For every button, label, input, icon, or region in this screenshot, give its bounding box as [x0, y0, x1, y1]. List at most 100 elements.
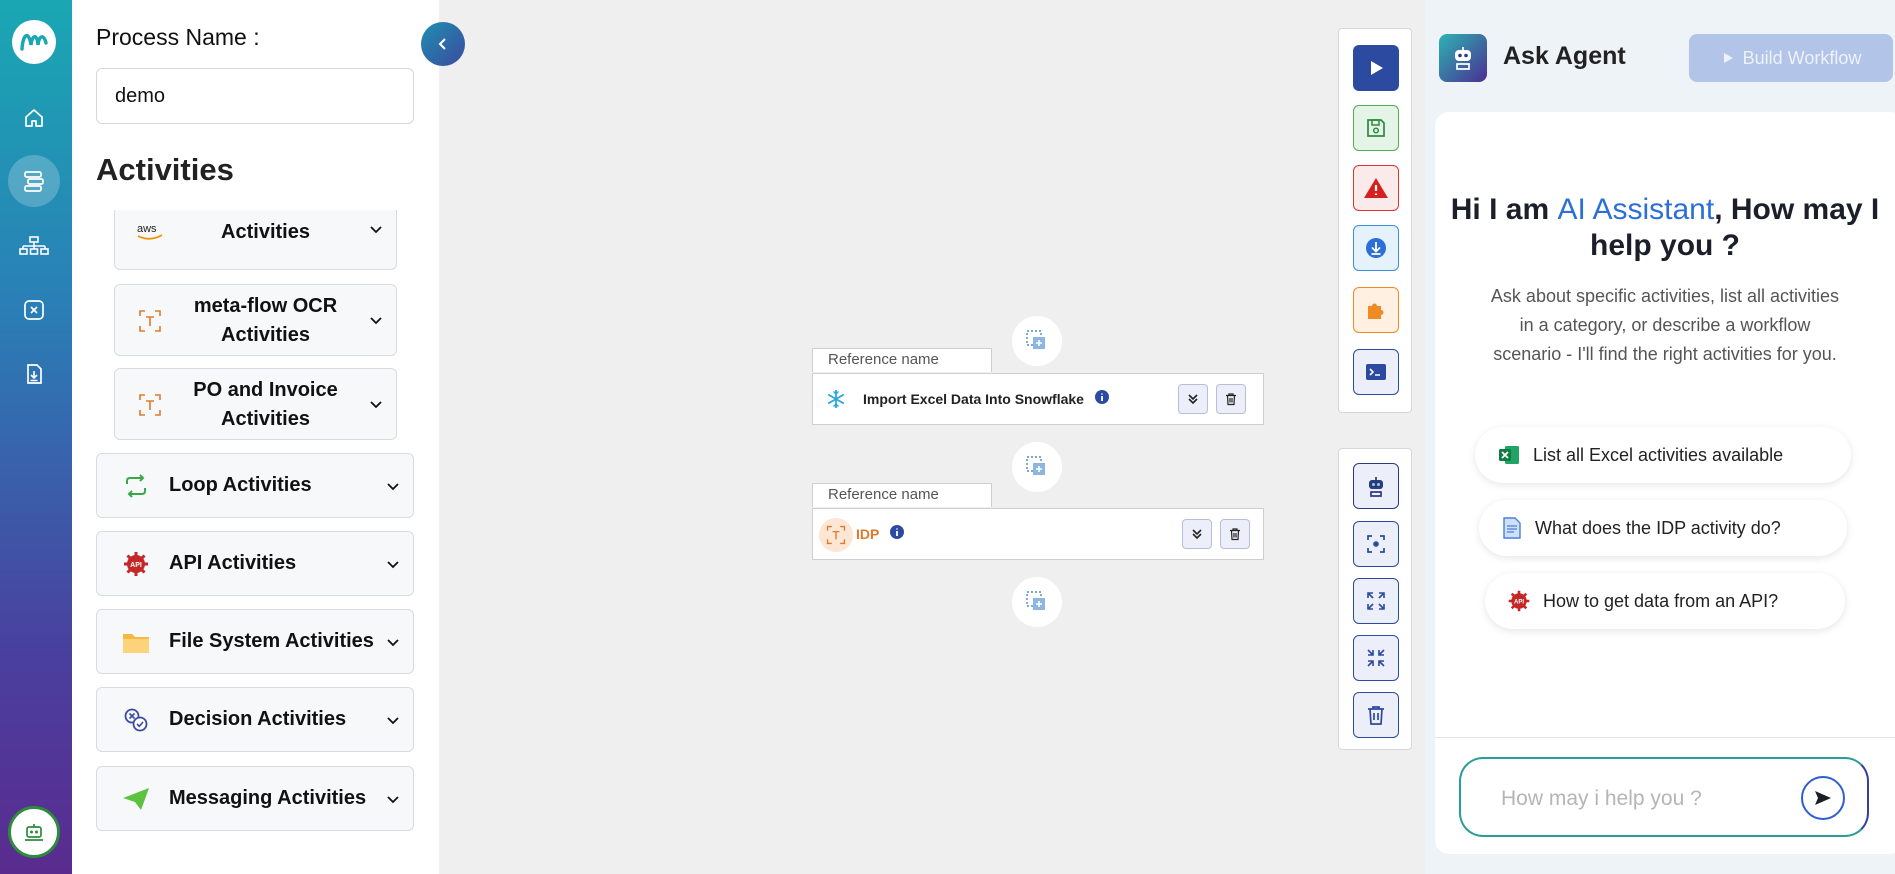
- terminal-icon: [1366, 364, 1386, 380]
- canvas-toolbar: [1338, 448, 1412, 750]
- suggestion-text: How to get data from an API?: [1543, 590, 1779, 611]
- compress-icon: [1367, 649, 1385, 667]
- add-node-icon: [1026, 591, 1045, 610]
- expand-node-button[interactable]: [1182, 519, 1212, 549]
- suggestion-excel[interactable]: List all Excel activities available: [1475, 427, 1851, 483]
- greeting-highlight: AI Assistant: [1557, 193, 1715, 226]
- activity-node-label: Import Excel Data Into Snowflake: [863, 391, 1084, 407]
- bot-avatar-button[interactable]: [8, 806, 60, 858]
- add-node-button[interactable]: [1012, 442, 1062, 492]
- chevron-down-icon[interactable]: [385, 634, 401, 650]
- greeting-prefix: Hi I am: [1450, 193, 1558, 226]
- api-icon: API: [121, 549, 151, 579]
- chevron-left-icon: [438, 38, 446, 50]
- nav-close-box[interactable]: [8, 284, 60, 336]
- build-workflow-label: Build Workflow: [1742, 47, 1862, 68]
- paper-plane-icon: [121, 784, 151, 814]
- clear-canvas-button[interactable]: [1353, 692, 1399, 738]
- suggestion-text: What does the IDP activity do?: [1535, 517, 1781, 538]
- download-badge-icon: [1366, 238, 1386, 258]
- ocr-icon: [819, 518, 853, 552]
- nav-download[interactable]: [8, 348, 60, 400]
- chevron-down-icon[interactable]: [385, 791, 401, 807]
- chevron-down-icon[interactable]: [368, 312, 384, 328]
- add-node-button[interactable]: [1012, 316, 1062, 366]
- focus-button[interactable]: [1353, 521, 1399, 567]
- chevron-down-icon[interactable]: [385, 478, 401, 494]
- reference-name-tab[interactable]: Reference name: [812, 483, 992, 507]
- activity-group-label: Loop Activities: [169, 474, 312, 496]
- delete-node-button[interactable]: [1220, 519, 1250, 549]
- add-node-icon: [1026, 330, 1045, 349]
- warnings-button[interactable]: [1353, 165, 1399, 211]
- delete-node-button[interactable]: [1216, 384, 1246, 414]
- info-icon[interactable]: [889, 524, 905, 544]
- nav-workflow[interactable]: [8, 155, 60, 207]
- action-toolbar: [1338, 28, 1412, 413]
- hierarchy-icon: [19, 236, 49, 255]
- process-name-label: Process Name :: [96, 24, 260, 50]
- workflow-icon: [24, 171, 44, 192]
- save-button[interactable]: [1353, 105, 1399, 151]
- ai-agent-button[interactable]: [1353, 463, 1399, 509]
- trash-icon: [1226, 393, 1236, 406]
- add-node-icon: [1026, 456, 1045, 475]
- info-icon[interactable]: [1094, 389, 1110, 409]
- activity-group-label: meta-flow OCR Activities: [193, 295, 338, 346]
- nav-hierarchy[interactable]: [8, 220, 60, 272]
- ocr-icon: [135, 306, 165, 336]
- collapse-panel-button[interactable]: [421, 22, 465, 66]
- robot-icon: [1369, 477, 1383, 497]
- process-name-input[interactable]: demo: [96, 68, 414, 124]
- plugins-button[interactable]: [1353, 287, 1399, 333]
- activity-group-label: AWS Textract Activities: [202, 210, 329, 243]
- close-box-icon: [24, 300, 44, 320]
- nav-home[interactable]: [8, 92, 60, 144]
- svg-text:aws: aws: [137, 223, 157, 235]
- collapse-view-button[interactable]: [1353, 635, 1399, 681]
- add-node-button[interactable]: [1012, 577, 1062, 627]
- greeting: Hi I am AI Assistant, How may I help you…: [1435, 192, 1895, 264]
- suggestion-idp[interactable]: What does the IDP activity do?: [1479, 500, 1847, 556]
- chat-input[interactable]: [1501, 783, 1801, 815]
- activity-group-loop[interactable]: Loop Activities: [96, 453, 414, 518]
- activity-group-aws-textract[interactable]: aws AWS Textract Activities: [114, 210, 397, 270]
- folder-icon: [121, 627, 151, 657]
- fit-view-button[interactable]: [1353, 578, 1399, 624]
- activity-node-idp[interactable]: IDP: [812, 508, 1264, 560]
- build-workflow-button[interactable]: Build Workflow: [1689, 34, 1893, 82]
- svg-text:API: API: [130, 562, 142, 569]
- activity-group-label: Messaging Activities: [169, 787, 367, 809]
- expand-node-button[interactable]: [1178, 384, 1208, 414]
- left-rail: [0, 0, 72, 874]
- activity-group-messaging[interactable]: Messaging Activities: [96, 766, 414, 831]
- agent-subtitle: Ask about specific activities, list all …: [1490, 286, 1840, 364]
- logo-icon: [20, 34, 48, 51]
- activity-group-decision[interactable]: Decision Activities: [96, 687, 414, 752]
- activity-group-label: Decision Activities: [169, 708, 347, 730]
- activity-group-api[interactable]: API API Activities: [96, 531, 414, 596]
- download-doc-icon: [27, 364, 42, 384]
- chevron-down-icon[interactable]: [385, 712, 401, 728]
- reference-name-tab[interactable]: Reference name: [812, 348, 992, 372]
- activity-group-file-system[interactable]: File System Activities: [96, 609, 414, 674]
- activity-node-label: IDP: [856, 526, 880, 542]
- activity-group-metaflow-ocr[interactable]: meta-flow OCR Activities: [114, 284, 397, 356]
- send-button[interactable]: [1801, 776, 1845, 820]
- svg-text:API: API: [1514, 600, 1524, 606]
- activity-node-snowflake[interactable]: Import Excel Data Into Snowflake: [812, 373, 1264, 425]
- activity-group-po-invoice[interactable]: PO and Invoice Activities: [114, 368, 397, 440]
- deploy-button[interactable]: [1353, 225, 1399, 271]
- chevron-down-icon[interactable]: [385, 556, 401, 572]
- terminal-button[interactable]: [1353, 349, 1399, 395]
- double-chevron-down-icon: [1188, 394, 1198, 405]
- agent-title: Ask Agent: [1503, 42, 1626, 70]
- chevron-down-icon[interactable]: [368, 396, 384, 412]
- run-button[interactable]: [1353, 45, 1399, 91]
- app-logo[interactable]: [12, 20, 56, 64]
- activities-list[interactable]: aws AWS Textract Activities meta-flow OC…: [72, 210, 439, 874]
- chevron-down-icon[interactable]: [368, 221, 384, 237]
- suggestion-api[interactable]: API How to get data from an API?: [1485, 573, 1845, 629]
- play-icon: [1371, 61, 1383, 75]
- activities-title: Activities: [96, 152, 234, 187]
